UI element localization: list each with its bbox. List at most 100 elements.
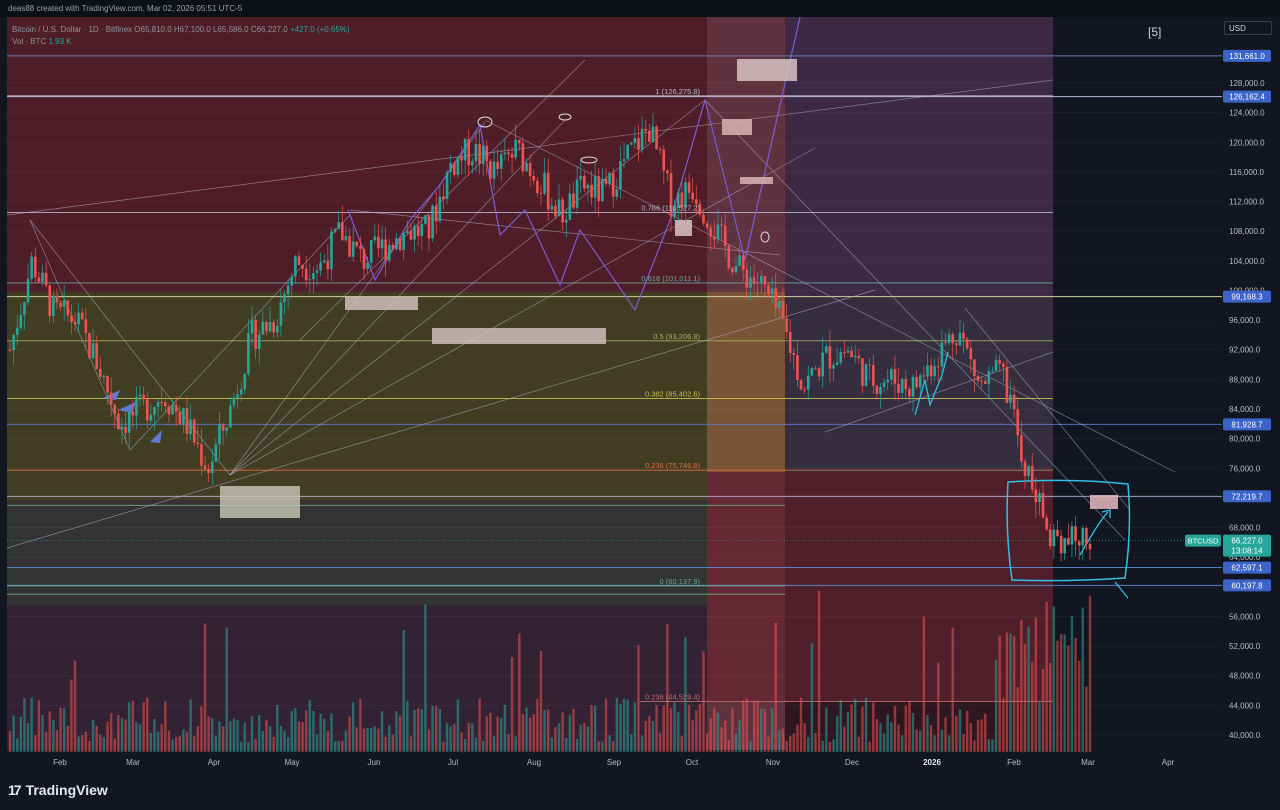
candle-body	[95, 343, 98, 369]
candle-body	[590, 184, 593, 198]
candle-body	[106, 375, 109, 393]
volume-bar	[1002, 698, 1005, 752]
candle-body	[297, 256, 301, 266]
volume-bar	[1085, 686, 1088, 752]
y-tick-label: 124,000.0	[1229, 109, 1265, 118]
volume-bar	[601, 741, 604, 752]
candle-body	[26, 278, 30, 303]
candle-body	[174, 404, 178, 412]
candle-body	[763, 276, 767, 286]
volume-bar	[211, 718, 214, 752]
volume-bar	[622, 699, 626, 752]
volume-bar	[391, 734, 395, 752]
volume-bar	[763, 708, 767, 752]
candle-body	[247, 333, 250, 375]
volume-bar	[431, 706, 434, 752]
volume-bar	[164, 701, 167, 752]
candle-body	[568, 193, 572, 220]
volume-bar	[178, 736, 181, 752]
candle-body	[1016, 409, 1020, 436]
candle-body	[936, 366, 940, 368]
volume-bar	[261, 730, 265, 752]
volume-bar	[778, 730, 781, 752]
candle-body	[265, 321, 268, 332]
volume-bar	[796, 724, 799, 752]
candle-body	[1041, 493, 1045, 518]
volume-bar	[532, 714, 535, 752]
candle-body	[713, 236, 716, 240]
candle-body	[832, 365, 835, 369]
volume-bar	[539, 651, 543, 752]
volume-bar	[254, 739, 257, 752]
volume-bar	[442, 741, 445, 752]
volume-bar	[843, 726, 846, 752]
candle-body	[944, 342, 947, 344]
volume-bar	[203, 623, 207, 752]
candle-body	[402, 232, 406, 250]
candle-body	[853, 355, 857, 358]
volume-bar	[745, 698, 749, 752]
chart-area[interactable]: 1 (126,275.8) 0.786 (110,527.2) 0.618 (101…	[0, 16, 1280, 770]
candle-body	[257, 334, 261, 349]
candle-body	[12, 334, 15, 351]
volume-bar	[857, 736, 861, 752]
candle-body	[828, 346, 832, 369]
volume-bar	[770, 708, 774, 752]
brand[interactable]: 17 TradingView	[8, 782, 108, 798]
candle-body	[1034, 489, 1038, 503]
volume-bar	[760, 708, 763, 752]
candle-body	[1027, 465, 1030, 476]
candle-body	[875, 385, 879, 394]
volume-bar	[958, 709, 962, 752]
zone-box	[722, 119, 752, 135]
candle-body	[189, 419, 192, 435]
volume-bar	[507, 734, 510, 752]
fib-level-label: 0 (60,137.9)	[660, 577, 701, 586]
candle-body	[467, 139, 471, 166]
candle-body	[55, 295, 59, 303]
volume-bar	[810, 643, 814, 752]
volume-bar	[792, 733, 796, 752]
candle-body	[109, 392, 113, 405]
volume-bar	[803, 723, 806, 752]
volume-bar	[781, 728, 785, 752]
candle-body	[355, 241, 359, 247]
candle-body	[564, 219, 568, 223]
candle-body	[893, 369, 897, 384]
volume-bar	[239, 741, 243, 752]
candle-body	[304, 268, 308, 281]
candle-body	[481, 145, 485, 164]
price-chart[interactable]: 1 (126,275.8) 0.786 (110,527.2) 0.618 (101…	[0, 16, 1280, 770]
y-tick-label: 40,000.0	[1229, 731, 1261, 740]
candle-body	[438, 196, 442, 222]
volume-bar	[1009, 633, 1012, 752]
candle-body	[127, 411, 131, 433]
candle-body	[575, 179, 579, 208]
candle-body	[1056, 529, 1059, 536]
candle-body	[1020, 435, 1023, 462]
fib-level-label: 0.5 (93,206.8)	[653, 332, 700, 341]
price-badge-label: 81,928.7	[1231, 420, 1263, 429]
volume-bar	[832, 739, 835, 752]
volume-bar	[991, 739, 994, 752]
volume-bar	[612, 741, 615, 752]
volume-bar	[984, 713, 987, 752]
volume-bar	[557, 723, 561, 752]
volume-bar	[583, 722, 586, 752]
candle-body	[23, 302, 26, 315]
volume-bar	[171, 739, 174, 752]
candle-body	[409, 231, 413, 240]
volume-bar	[1077, 660, 1081, 752]
candle-body	[727, 245, 731, 268]
volume-bar	[373, 726, 377, 752]
candle-body	[330, 231, 333, 270]
candle-body	[1009, 394, 1012, 403]
candle-body	[91, 343, 95, 359]
candle-body	[868, 364, 871, 366]
zone-red-upper	[7, 17, 707, 292]
volume-bar	[965, 710, 969, 752]
volume-bar	[705, 733, 709, 752]
candle-body	[200, 444, 203, 466]
currency-selector[interactable]: USD	[1224, 21, 1272, 35]
candle-body	[637, 138, 640, 150]
